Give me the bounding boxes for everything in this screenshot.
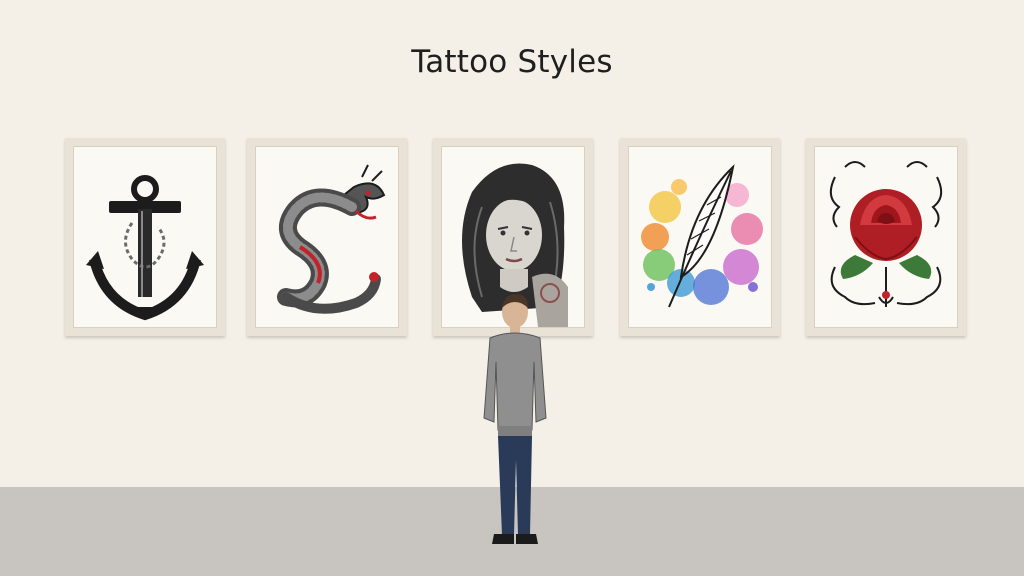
frame-anchor	[65, 138, 225, 336]
artwork-feather	[628, 146, 772, 328]
page-title: Tattoo Styles	[411, 44, 613, 80]
feather-icon	[641, 164, 763, 308]
artwork-rose	[814, 146, 958, 328]
dragon-icon	[277, 164, 386, 314]
frame-dragon	[247, 138, 407, 336]
artwork-anchor	[73, 146, 217, 328]
rose-icon	[829, 161, 943, 307]
anchor-icon	[86, 175, 204, 321]
artwork-dragon	[255, 146, 399, 328]
frame-feather	[620, 138, 780, 336]
visitor-figure	[483, 294, 547, 544]
gallery-scene: Tattoo Styles	[0, 0, 1024, 576]
frame-rose	[806, 138, 966, 336]
